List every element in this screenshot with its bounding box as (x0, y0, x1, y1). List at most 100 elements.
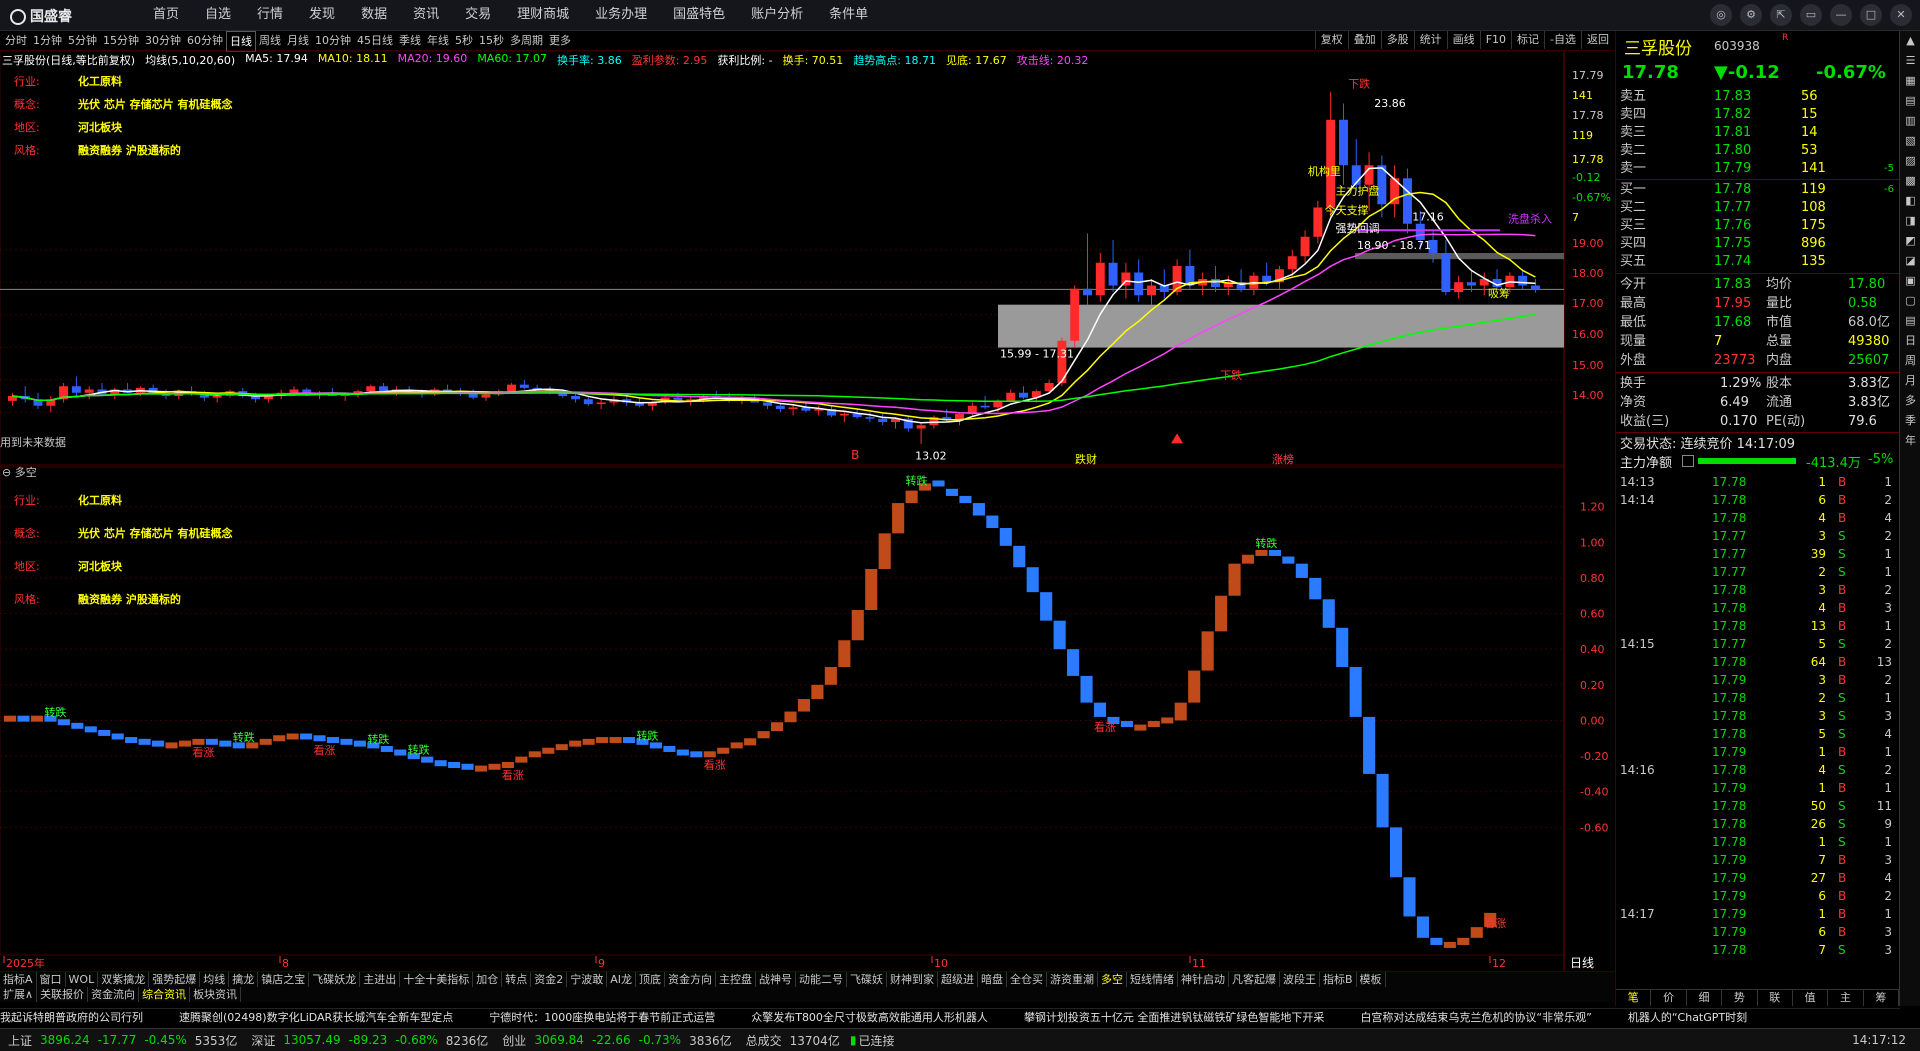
sidebar-button-8[interactable]: ◧ (1900, 191, 1920, 211)
candle-body[interactable] (1134, 272, 1144, 296)
candle-body[interactable] (1454, 282, 1464, 292)
indicator-tab-8[interactable]: 飞碟妖龙 (309, 972, 361, 988)
sidebar-button-10[interactable]: ◩ (1900, 231, 1920, 251)
chat-icon[interactable]: ◎ (1710, 4, 1732, 26)
indicator-tab-2[interactable]: WOL (66, 972, 99, 988)
candle-body[interactable] (763, 402, 773, 406)
indicator-tab-6[interactable]: 擒龙 (229, 972, 259, 988)
menu-item-7[interactable]: 理财商城 (504, 0, 582, 30)
indicator-tab-7[interactable]: 镇店之宝 (258, 972, 310, 988)
indicator-tab-29[interactable]: 神针启动 (1178, 972, 1229, 988)
sidebar-button-2[interactable]: ▦ (1900, 71, 1920, 91)
quote-tab-5[interactable]: 值 (1793, 990, 1829, 1006)
menu-item-9[interactable]: 国盛特色 (660, 0, 738, 30)
news-item[interactable]: 众擎发布T800全尺寸极致高效能通用人形机器人 (751, 1011, 988, 1024)
indicator-tab-31[interactable]: 波段王 (1280, 972, 1320, 988)
sidebar-button-17[interactable]: 月 (1900, 371, 1920, 391)
sidebar-button-6[interactable]: ▨ (1900, 151, 1920, 171)
asks-row[interactable]: 卖五 17.83 56 (1616, 88, 1899, 106)
indicator-tab-15[interactable]: AI龙 (607, 972, 636, 988)
candle-body[interactable] (596, 402, 606, 405)
candle-body[interactable] (839, 413, 849, 416)
indicator-tab-33[interactable]: 模板 (1357, 972, 1386, 988)
candle-body[interactable] (1287, 256, 1297, 270)
candle-body[interactable] (571, 396, 581, 400)
candle-body[interactable] (1006, 392, 1016, 401)
indicator-tab-27[interactable]: 多空 (1098, 972, 1127, 988)
sidebar-button-20[interactable]: 年 (1900, 431, 1920, 451)
sidebar-button-12[interactable]: ▣ (1900, 271, 1920, 291)
candle-body[interactable] (775, 405, 785, 409)
sidebar-button-9[interactable]: ◨ (1900, 211, 1920, 231)
period-tab-10[interactable]: 45日线 (354, 31, 396, 52)
bids-row[interactable]: 买四 17.75 896 (1616, 235, 1899, 253)
panel-tab-2[interactable]: 资金流向 (88, 987, 140, 1002)
sidebar-button-11[interactable]: ◪ (1900, 251, 1920, 271)
period-tab-2[interactable]: 5分钟 (65, 31, 100, 52)
candle-body[interactable] (1083, 288, 1092, 296)
period-tab-6[interactable]: 日线 (226, 31, 256, 52)
menu-item-0[interactable]: 首页 (140, 0, 192, 30)
sidebar-button-7[interactable]: ▩ (1900, 171, 1920, 191)
indicator-tab-26[interactable]: 游资重潮 (1047, 972, 1098, 988)
candle-body[interactable] (1211, 279, 1220, 288)
indicator-tab-10[interactable]: 十全十美指标 (400, 972, 474, 988)
asks-row[interactable]: 卖三 17.81 14 (1616, 124, 1899, 142)
bids-row[interactable]: 买五 17.74 135 (1616, 253, 1899, 271)
kline-chart[interactable]: 用到未来数据 23.86 13.02 18.90 - 18.71 15.99 - 17.… (0, 51, 1614, 971)
candle-body[interactable] (366, 386, 376, 392)
period-tab-13[interactable]: 5秒 (452, 31, 476, 52)
menu-item-8[interactable]: 业务办理 (582, 0, 660, 30)
maximize-icon[interactable]: □ (1860, 4, 1882, 26)
tool-button-0[interactable]: 复权 (1314, 31, 1348, 49)
restore-icon[interactable]: ▭ (1800, 4, 1822, 26)
asks-row[interactable]: 卖一 17.79 141 -5 (1616, 160, 1899, 178)
indicator-tab-11[interactable]: 加仓 (473, 972, 503, 988)
candle-body[interactable] (1518, 275, 1528, 286)
indicator-tab-12[interactable]: 转点 (502, 972, 532, 988)
period-tab-0[interactable]: 分时 (2, 31, 30, 52)
indicator-tab-14[interactable]: 宁波敢 (567, 972, 608, 988)
news-item[interactable]: 机器人的“ChatGPT时刻 (1628, 1011, 1747, 1024)
panel-tab-4[interactable]: 板块资讯 (190, 987, 242, 1002)
news-item[interactable]: 速腾聚创(02498)数字化LiDAR获长城汽车全新车型定点 (179, 1011, 453, 1024)
quote-tab-2[interactable]: 细 (1687, 990, 1723, 1006)
quote-tab-6[interactable]: 主 (1828, 990, 1864, 1006)
indicator-tab-28[interactable]: 短线情绪 (1127, 972, 1178, 988)
menu-item-1[interactable]: 自选 (192, 0, 244, 30)
settings-icon[interactable]: ⚙ (1740, 4, 1762, 26)
menu-item-5[interactable]: 资讯 (400, 0, 452, 30)
candle-body[interactable] (1415, 223, 1425, 240)
indicator-tab-20[interactable]: 动能二号 (796, 972, 847, 988)
period-tab-8[interactable]: 月线 (284, 31, 312, 52)
asks-row[interactable]: 卖四 17.82 15 (1616, 106, 1899, 124)
cy-label[interactable]: 创业 (502, 1032, 526, 1049)
news-item[interactable]: 我起诉特朗普政府的公司行列 (0, 1011, 143, 1024)
quote-tab-4[interactable]: 联 (1758, 990, 1793, 1006)
panel-tab-1[interactable]: 关联报价 (37, 987, 89, 1002)
candle-body[interactable] (212, 396, 222, 398)
tool-button-2[interactable]: 多股 (1380, 31, 1414, 49)
candle-body[interactable] (289, 389, 299, 393)
menu-item-4[interactable]: 数据 (348, 0, 400, 30)
quote-tab-1[interactable]: 价 (1651, 990, 1687, 1006)
tool-button-4[interactable]: 画线 (1446, 31, 1480, 49)
news-item[interactable]: 攀钢计划投资五十亿元 全面推进钒钛磁铁矿绿色智能地下开采 (1024, 1011, 1325, 1024)
period-tab-4[interactable]: 30分钟 (142, 31, 184, 52)
bids-row[interactable]: 买一 17.78 119 -6 (1616, 181, 1899, 199)
tool-button-5[interactable]: F10 (1479, 31, 1511, 49)
indicator-tab-4[interactable]: 强势起爆 (149, 972, 201, 988)
sidebar-button-13[interactable]: ▢ (1900, 291, 1920, 311)
indicator-tab-13[interactable]: 资金2 (531, 972, 568, 988)
panel-tab-3[interactable]: 综合资讯 (139, 987, 191, 1002)
menu-item-6[interactable]: 交易 (452, 0, 504, 30)
candle-body[interactable] (852, 413, 862, 418)
indicator-tab-21[interactable]: 飞碟妖 (847, 972, 887, 988)
candle-body[interactable] (1402, 178, 1412, 224)
indicator-tab-25[interactable]: 全仓买 (1007, 972, 1047, 988)
candle-body[interactable] (1300, 236, 1310, 257)
news-item[interactable]: 白宫称对达成结束乌克兰危机的协议“非常乐观” (1360, 1011, 1591, 1024)
candle-body[interactable] (1147, 285, 1156, 296)
candle-body[interactable] (1441, 253, 1451, 292)
indicator-tab-3[interactable]: 双紫擒龙 (98, 972, 150, 988)
